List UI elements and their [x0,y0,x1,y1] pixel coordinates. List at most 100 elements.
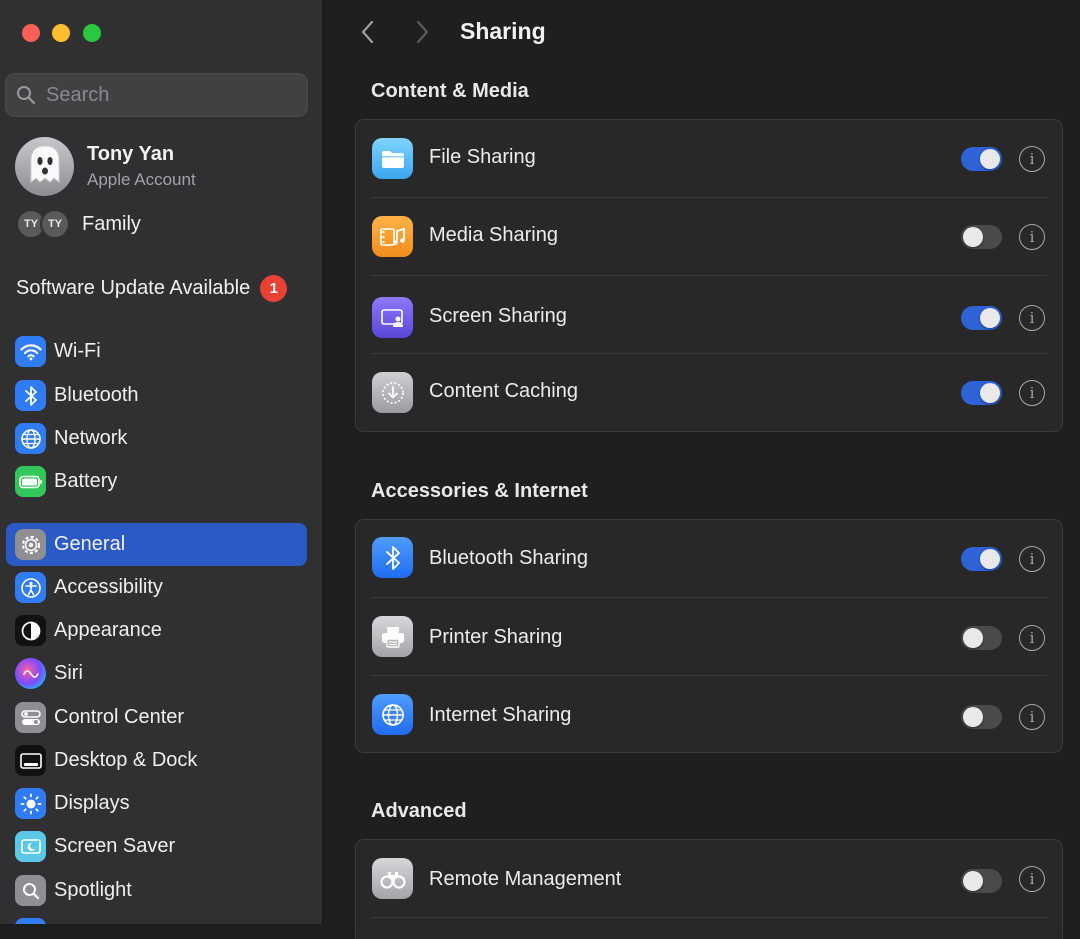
globe-icon [372,694,413,735]
dock-icon [15,745,46,776]
bluetooth-sharing-toggle[interactable] [961,547,1002,571]
search-field[interactable] [5,73,308,117]
sidebar-item-siri[interactable]: Siri [6,652,307,695]
download-icon [372,372,413,413]
avatar [15,137,74,196]
screen-sharing-toggle[interactable] [961,306,1002,330]
wifi-icon [15,336,46,367]
advanced-group: Remote Management i [355,839,1063,939]
screen-saver-icon [15,831,46,862]
printer-sharing-row: Printer Sharing i [356,598,1062,676]
page-title: Sharing [460,18,546,44]
sidebar-item-wifi[interactable]: Wi-Fi [6,330,307,373]
sidebar: Tony Yan Apple Account TY TY Family Soft… [0,0,323,924]
media-sharing-toggle[interactable] [961,225,1002,249]
info-icon[interactable]: i [1019,224,1045,250]
row-label: Internet Sharing [429,704,572,726]
control-center-icon [15,702,46,733]
sidebar-item-label: Network [54,427,128,449]
info-icon[interactable]: i [1019,380,1045,406]
info-icon[interactable]: i [1019,146,1045,172]
software-update-label: Software Update Available [16,277,251,299]
update-count-badge: 1 [260,275,288,302]
file-sharing-toggle[interactable] [961,147,1002,171]
sidebar-item-partial[interactable] [6,912,307,924]
software-update-item[interactable]: Software Update Available 1 [16,275,288,302]
zoom-window-button[interactable] [83,24,101,42]
sidebar-item-displays[interactable]: Displays [6,782,307,825]
sidebar-item-label: Wi-Fi [54,340,101,362]
screen-sharing-row: Screen Sharing i [356,276,1062,354]
appearance-icon [15,615,46,646]
printer-icon [372,616,413,657]
sun-icon [15,788,46,819]
internet-sharing-row: Internet Sharing i [356,676,1062,754]
bluetooth-icon [372,537,413,578]
info-icon[interactable]: i [1019,305,1045,331]
sidebar-item-network[interactable]: Network [6,417,307,460]
folder-icon [372,138,413,179]
search-icon [6,85,46,105]
search-input[interactable] [46,83,286,107]
sidebar-item-battery[interactable]: Battery [6,460,307,503]
info-icon[interactable]: i [1019,546,1045,572]
family-member-avatar: TY [40,209,70,239]
row-label: Content Caching [429,380,578,402]
music-film-icon [372,216,413,257]
remote-management-row: Remote Management i [356,840,1062,918]
siri-icon [15,658,46,689]
apple-account[interactable]: Tony Yan Apple Account [15,137,196,196]
section-title-content-media: Content & Media [371,80,529,102]
sidebar-item-label: Accessibility [54,576,163,598]
ghost-icon [25,142,65,191]
info-icon[interactable]: i [1019,704,1045,730]
sidebar-item-label: Appearance [54,619,162,641]
sidebar-item-accessibility[interactable]: Accessibility [6,566,307,609]
info-icon[interactable]: i [1019,866,1045,892]
sidebar-item-label: Battery [54,470,118,492]
sidebar-item-label: Desktop & Dock [54,749,198,771]
bluetooth-sharing-row: Bluetooth Sharing i [356,520,1062,598]
content-media-group: File Sharing i Media Sharing i Screen Sh… [355,119,1063,432]
sidebar-item-label: Bluetooth [54,384,139,406]
sidebar-item-bluetooth[interactable]: Bluetooth [6,374,307,417]
row-label: Remote Management [429,868,622,890]
bluetooth-icon [15,380,46,411]
sidebar-item-spotlight[interactable]: Spotlight [6,869,307,912]
family-label: Family [82,212,141,235]
magnifier-icon [15,875,46,906]
account-subtitle: Apple Account [87,170,196,189]
info-icon[interactable]: i [1019,625,1045,651]
sidebar-item-appearance[interactable]: Appearance [6,609,307,652]
back-button[interactable] [355,20,379,44]
sidebar-item-control-center[interactable]: Control Center [6,696,307,739]
row-label: Printer Sharing [429,626,563,648]
sidebar-item-label: General [54,533,126,555]
close-window-button[interactable] [22,24,40,42]
remote-management-toggle[interactable] [961,869,1002,893]
account-name: Tony Yan [87,143,175,165]
sidebar-item-desktop-dock[interactable]: Desktop & Dock [6,739,307,782]
content-caching-toggle[interactable] [961,381,1002,405]
file-sharing-row: File Sharing i [356,120,1062,198]
partial-item-icon [15,918,46,924]
sidebar-item-general[interactable]: General [6,523,307,566]
sidebar-item-label: Control Center [54,706,185,728]
printer-sharing-toggle[interactable] [961,626,1002,650]
minimize-window-button[interactable] [52,24,70,42]
media-sharing-row: Media Sharing i [356,198,1062,276]
internet-sharing-toggle[interactable] [961,705,1002,729]
row-label: Media Sharing [429,224,558,246]
battery-icon [15,466,46,497]
row-label: Bluetooth Sharing [429,547,589,569]
row-label: File Sharing [429,146,536,168]
family-item[interactable]: TY TY Family [16,209,141,239]
sidebar-item-screen-saver[interactable]: Screen Saver [6,825,307,868]
sidebar-item-label: Screen Saver [54,835,176,857]
toolbar: Sharing [324,0,1080,64]
globe-icon [15,423,46,454]
forward-button[interactable] [411,20,435,44]
screen-sharing-icon [372,297,413,338]
sidebar-item-label: Spotlight [54,879,132,901]
sidebar-item-label: Siri [54,662,83,684]
